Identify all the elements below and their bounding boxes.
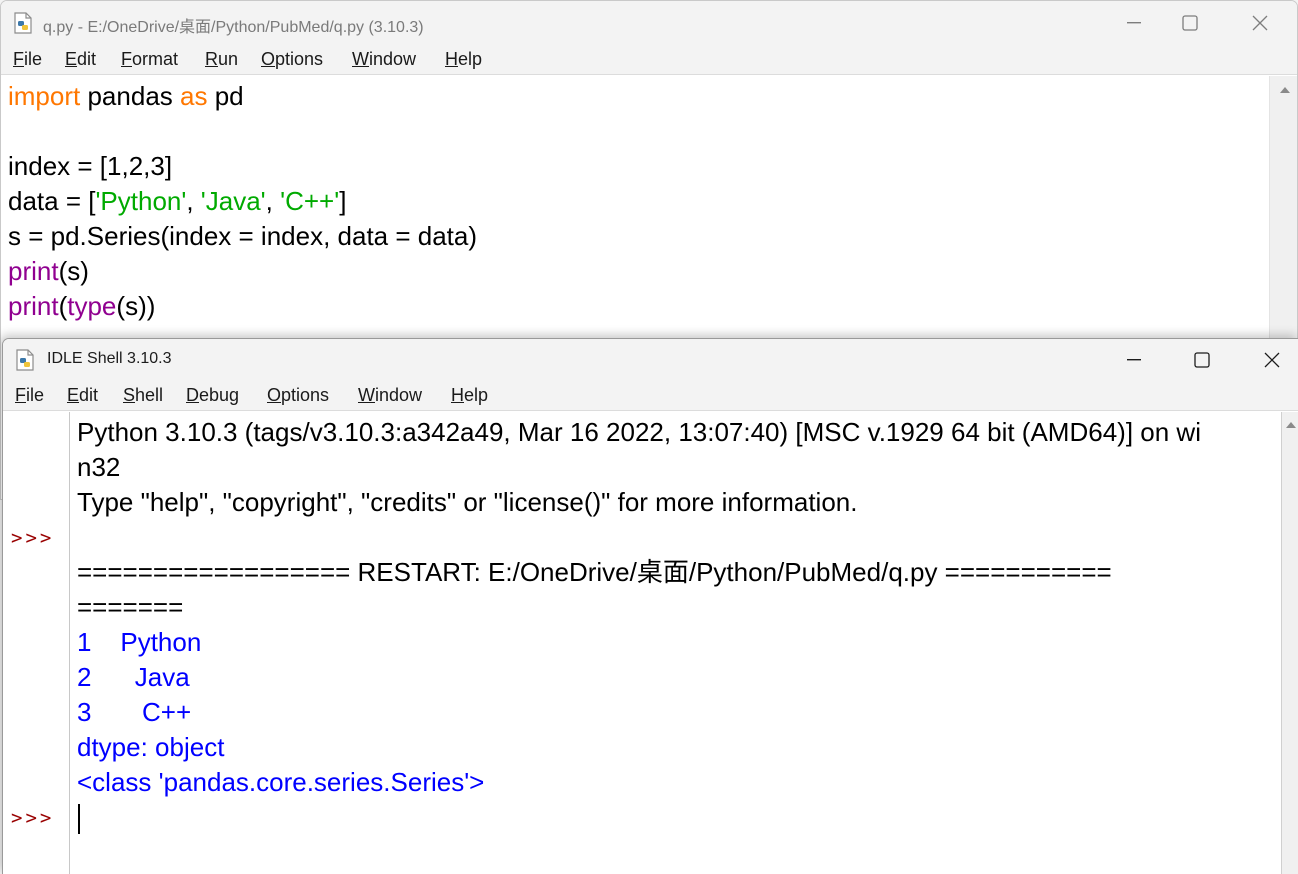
code-token: as [180,81,208,111]
menu-file[interactable]: File [13,49,42,70]
menu-edit[interactable]: Edit [65,49,96,70]
code-token: 'Java' [200,186,266,216]
scroll-up-arrow-icon[interactable] [1285,422,1296,428]
shell-line-text: n32 [77,452,121,482]
shell-line: Python 3.10.3 (tags/v3.10.3:a342a49, Mar… [77,415,1281,450]
shell-line: ======= [77,590,1281,625]
shell-line: <class 'pandas.core.series.Series'> [77,765,1281,800]
code-token: data = [ [8,186,96,216]
shell-line-text: Python 3.10.3 (tags/v3.10.3:a342a49, Mar… [77,417,1201,447]
code-token: 'Python' [95,186,187,216]
menu-shell[interactable]: Shell [123,385,163,406]
shell-scrollbar[interactable] [1281,412,1298,874]
menu-edit[interactable]: Edit [67,385,98,406]
menu-file[interactable]: File [15,385,44,406]
text-cursor [78,804,80,835]
editor-title: q.py - E:/OneDrive/桌面/Python/PubMed/q.py… [43,19,424,36]
shell-title: IDLE Shell 3.10.3 [47,350,172,367]
code-token: ] [339,186,347,216]
code-line: index = [1,2,3] [8,149,1269,184]
close-button[interactable] [1237,339,1298,381]
python-file-icon [13,12,33,34]
code-token: 'C++' [280,186,340,216]
code-line: data = ['Python', 'Java', 'C++'] [8,184,1269,219]
code-line: import pandas as pd [8,79,1269,114]
maximize-icon [1182,15,1198,31]
close-icon [1252,15,1268,31]
shell-line: 2 Java [77,660,1281,695]
shell-line-text: 2 Java [77,662,190,692]
code-token: type [67,291,117,321]
shell-line-text: 3 C++ [77,697,192,727]
code-token: s = pd.Series(index = index, data = data… [8,221,478,251]
shell-line-text: Type "help", "copyright", "credits" or "… [77,487,858,517]
minimize-icon [1127,359,1141,361]
shell-line: ================== RESTART: E:/OneDrive/… [77,555,1281,590]
editor-titlebar[interactable]: q.py - E:/OneDrive/桌面/Python/PubMed/q.py… [1,1,1297,45]
shell-line: Type "help", "copyright", "credits" or "… [77,485,1281,520]
maximize-button[interactable] [1155,1,1225,45]
shell-line: n32 [77,450,1281,485]
menu-options[interactable]: Options [261,49,323,70]
maximize-button[interactable] [1167,339,1237,381]
minimize-icon [1127,22,1141,24]
python-file-icon [15,349,35,371]
shell-line-text: ======= [77,592,184,622]
scroll-up-arrow-icon[interactable] [1279,87,1290,93]
menu-window[interactable]: Window [358,385,422,406]
minimize-button[interactable] [1099,339,1169,381]
menu-help[interactable]: Help [445,49,482,70]
menu-format[interactable]: Format [121,49,178,70]
shell-output-area[interactable]: Python 3.10.3 (tags/v3.10.3:a342a49, Mar… [71,412,1281,874]
code-token: , [265,186,281,216]
close-icon [1264,352,1280,368]
menu-options[interactable]: Options [267,385,329,406]
code-line: print(type(s)) [8,289,1269,324]
shell-prompt: >>> [11,807,55,829]
shell-prompt: >>> [11,527,55,549]
code-token: , [186,186,201,216]
menu-run[interactable]: Run [205,49,238,70]
code-token: index = [1,2,3] [8,151,173,181]
shell-line: 1 Python [77,625,1281,660]
code-line: print(s) [8,254,1269,289]
code-token: import [8,81,81,111]
code-token: print [8,291,59,321]
shell-line: 3 C++ [77,695,1281,730]
code-token: pandas [80,81,180,111]
shell-line: dtype: object [77,730,1281,765]
code-token: print [8,256,59,286]
shell-line-text: <class 'pandas.core.series.Series'> [77,767,485,797]
shell-line-text: ================== RESTART: E:/OneDrive/… [77,557,1112,587]
code-token: pd [207,81,244,111]
menu-window[interactable]: Window [352,49,416,70]
menu-help[interactable]: Help [451,385,488,406]
shell-prompt-gutter: >>> >>> [3,412,70,874]
shell-input-line[interactable] [77,800,1281,835]
shell-titlebar[interactable]: IDLE Shell 3.10.3 [3,339,1298,381]
code-token: (s) [58,256,89,286]
code-token: (s)) [116,291,156,321]
code-line: s = pd.Series(index = index, data = data… [8,219,1269,254]
shell-line-text: dtype: object [77,732,225,762]
editor-menubar: File Edit Format Run Options Window Help [1,45,1297,75]
maximize-icon [1194,352,1210,368]
shell-window: IDLE Shell 3.10.3 File Edit Shell Debug … [2,338,1298,874]
shell-menubar: File Edit Shell Debug Options Window Hel… [3,381,1298,411]
close-button[interactable] [1225,1,1295,45]
menu-debug[interactable]: Debug [186,385,239,406]
code-token: ( [58,291,68,321]
shell-line-text: 1 Python [77,627,202,657]
